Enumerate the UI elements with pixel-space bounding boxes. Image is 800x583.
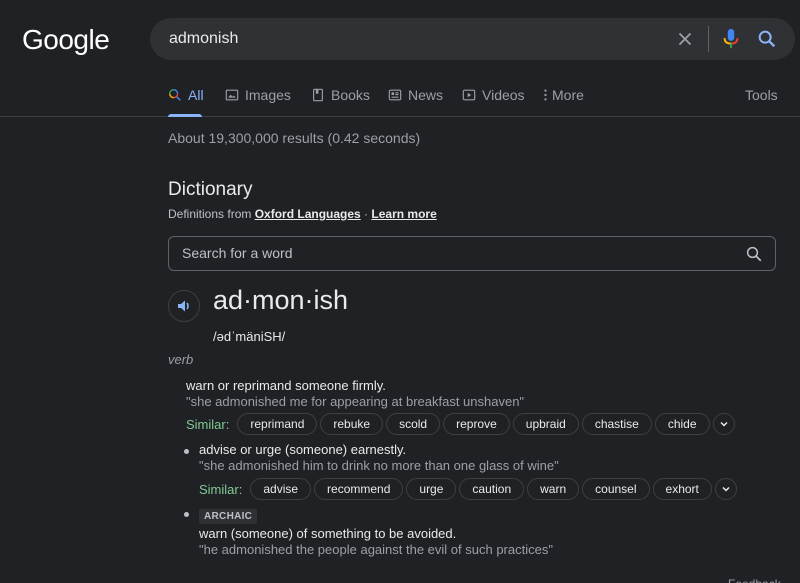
tab-videos[interactable]: Videos [462,87,525,103]
headword: ad·mon·ish [213,285,349,315]
similar-chip[interactable]: counsel [582,478,650,500]
tab-books[interactable]: Books [311,87,370,103]
clear-icon[interactable] [674,28,696,50]
tab-label: Books [331,87,370,103]
pronunciation-button[interactable] [168,290,200,322]
register-label: ARCHAIC [199,509,258,524]
news-icon [388,89,402,101]
dictionary-title: Dictionary [168,179,253,200]
search-bar[interactable]: admonish [150,18,795,60]
similar-chip[interactable]: chide [654,413,710,435]
sense-2: advise or urge (someone) earnestly. "she… [199,442,559,474]
video-icon [462,89,476,101]
similar-chip[interactable]: reprove [443,413,510,435]
source-separator: · [360,207,372,221]
search-icon [169,89,181,101]
active-tab-indicator [168,114,202,117]
feedback-link[interactable]: Feedback [728,577,781,583]
definition: advise or urge (someone) earnestly. [199,442,407,457]
similar-chip[interactable]: caution [459,478,525,500]
expand-similar-button[interactable] [712,413,735,435]
similar-chip[interactable]: rebuke [320,413,384,435]
similar-row-1: Similar: reprimand rebuke scold reprove … [186,413,735,435]
example: "she admonished me for appearing at brea… [186,394,525,409]
google-logo[interactable]: Google [22,24,110,56]
book-icon [313,88,323,102]
word-search-input[interactable] [182,245,722,261]
result-stats: About 19,300,000 results (0.42 seconds) [168,130,421,146]
tab-label: More [552,87,584,103]
tab-label: All [188,87,204,103]
search-tabs: All Images Books News Videos More Tools [0,78,800,117]
definition: warn or reprimand someone firmly. [186,378,386,393]
similar-label: Similar: [186,416,230,432]
similar-label: Similar: [199,481,243,497]
image-icon [225,89,239,101]
header: Google admonish [0,0,800,78]
bullet [184,449,189,454]
word-search-box[interactable] [168,236,776,271]
learn-more-link[interactable]: Learn more [371,207,436,221]
tab-news[interactable]: News [388,87,443,103]
similar-chip[interactable]: warn [527,478,580,500]
similar-chip[interactable]: recommend [314,478,404,500]
search-input[interactable]: admonish [169,30,238,48]
tools-label: Tools [745,87,778,103]
sense-1: warn or reprimand someone firmly. "she a… [186,378,524,410]
part-of-speech: verb [168,352,194,367]
sense-3: ARCHAIC warn (someone) of something to b… [199,507,553,558]
tab-more[interactable]: More [542,87,584,103]
tab-label: News [408,87,444,103]
similar-chip[interactable]: advise [250,478,312,500]
bullet [184,512,189,517]
tab-label: Images [245,87,291,103]
tab-label: Videos [482,87,525,103]
example: "he admonished the people against the ev… [199,542,553,557]
similar-chip[interactable]: upbraid [512,413,579,435]
similar-chip[interactable]: exhort [652,478,712,500]
dictionary-source: Definitions from Oxford Languages · Lear… [168,207,437,221]
example: "she admonished him to drink no more tha… [199,458,559,473]
definition: warn (someone) of something to be avoide… [199,526,457,541]
source-prefix: Definitions from [168,207,255,221]
chevron-down-icon [720,421,728,427]
tools-button[interactable]: Tools [745,87,778,103]
search-divider [708,26,709,52]
similar-chip[interactable]: reprimand [237,413,318,435]
tab-all[interactable]: All [168,87,204,103]
microphone-icon[interactable] [720,27,742,51]
search-icon[interactable] [745,245,763,263]
oxford-languages-link[interactable]: Oxford Languages [255,207,361,221]
similar-chip[interactable]: chastise [581,413,652,435]
speaker-icon [178,300,189,312]
tab-images[interactable]: Images [225,87,291,103]
similar-row-2: Similar: advise recommend urge caution w… [199,478,737,500]
expand-similar-button[interactable] [714,478,737,500]
search-icon[interactable] [756,28,778,50]
similar-chip[interactable]: scold [386,413,441,435]
phonetic: /ədˈmäniSH/ [213,329,286,344]
chevron-down-icon [722,486,730,492]
more-vert-icon [544,89,547,101]
similar-chip[interactable]: urge [406,478,457,500]
